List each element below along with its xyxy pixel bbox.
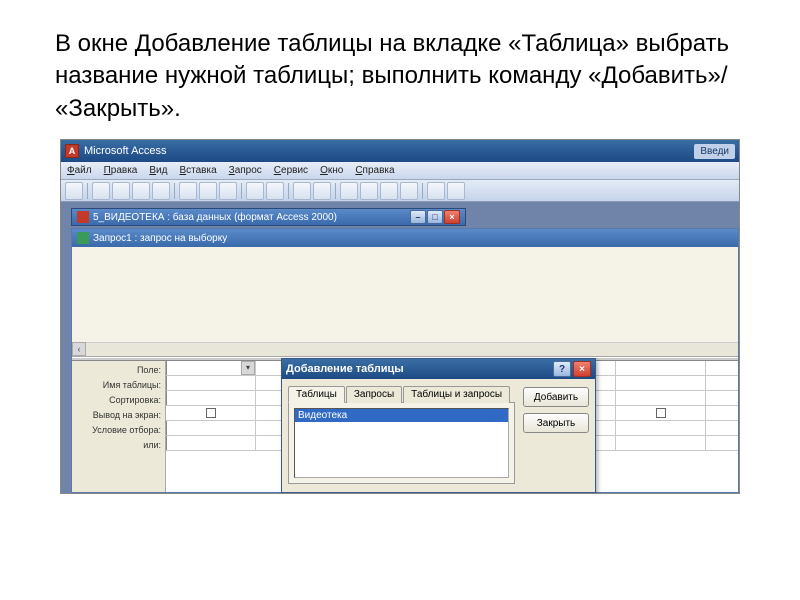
add-table-dialog: Добавление таблицы ? × Таблицы Запросы Т… xyxy=(281,358,596,493)
toolbar-button[interactable] xyxy=(340,182,358,200)
checkbox-icon[interactable] xyxy=(206,408,216,418)
tab-tables[interactable]: Таблицы xyxy=(288,386,345,403)
toolbar-separator xyxy=(87,183,88,199)
toolbar-separator xyxy=(241,183,242,199)
tables-listbox[interactable]: Видеотека xyxy=(294,408,509,478)
toolbar-separator xyxy=(174,183,175,199)
menu-window[interactable]: Окно xyxy=(320,165,343,176)
grid-row-labels: Поле: Имя таблицы: Сортировка: Вывод на … xyxy=(72,361,166,492)
dialog-tabs: Таблицы Запросы Таблицы и запросы xyxy=(288,385,515,402)
toolbar-separator xyxy=(422,183,423,199)
menu-file[interactable]: Файл xyxy=(67,165,92,176)
dialog-tabs-area: Таблицы Запросы Таблицы и запросы Видеот… xyxy=(288,385,515,484)
toolbar-button[interactable] xyxy=(313,182,331,200)
or-cell[interactable] xyxy=(616,436,706,450)
database-window-titlebar[interactable]: 5_ВИДЕОТЕКА : база данных (формат Access… xyxy=(71,208,466,226)
toolbar-button[interactable] xyxy=(132,182,150,200)
db-icon xyxy=(77,211,89,223)
menu-bar: Файл Правка Вид Вставка Запрос Сервис Ок… xyxy=(61,162,739,180)
label-or: или: xyxy=(72,438,161,453)
add-button[interactable]: Добавить xyxy=(523,387,589,407)
dialog-close-button[interactable]: × xyxy=(573,361,591,377)
checkbox-icon[interactable] xyxy=(656,408,666,418)
query-icon xyxy=(77,232,89,244)
dialog-buttons: Добавить Закрыть xyxy=(523,385,589,484)
main-toolbar xyxy=(61,180,739,202)
or-cell[interactable] xyxy=(166,436,256,450)
help-search-box[interactable]: Введи xyxy=(694,144,735,159)
db-window-title: 5_ВИДЕОТЕКА : база данных (формат Access… xyxy=(93,212,337,223)
toolbar-button[interactable] xyxy=(219,182,237,200)
query-window-titlebar[interactable]: Запрос1 : запрос на выборку xyxy=(72,229,738,247)
scroll-left-button[interactable]: ‹ xyxy=(72,342,86,356)
toolbar-button[interactable] xyxy=(293,182,311,200)
sort-cell[interactable] xyxy=(616,391,706,405)
show-checkbox-cell[interactable] xyxy=(166,406,256,420)
slide-instruction-text: В окне Добавление таблицы на вкладке «Та… xyxy=(0,0,800,139)
access-screenshot: A Microsoft Access Введи Файл Правка Вид… xyxy=(60,139,740,494)
maximize-button[interactable]: □ xyxy=(427,210,443,224)
access-app-icon: A xyxy=(65,144,79,158)
query-tables-pane[interactable]: ‹ xyxy=(72,247,738,357)
label-field: Поле: xyxy=(72,363,161,378)
toolbar-button[interactable] xyxy=(447,182,465,200)
menu-tools[interactable]: Сервис xyxy=(274,165,308,176)
toolbar-button[interactable] xyxy=(65,182,83,200)
criteria-cell[interactable] xyxy=(166,421,256,435)
sort-cell[interactable] xyxy=(166,391,256,405)
list-item-selected[interactable]: Видеотека xyxy=(295,409,508,422)
label-sort: Сортировка: xyxy=(72,393,161,408)
menu-query[interactable]: Запрос xyxy=(229,165,262,176)
menu-edit[interactable]: Правка xyxy=(104,165,138,176)
toolbar-separator xyxy=(288,183,289,199)
app-title: Microsoft Access xyxy=(84,145,167,157)
toolbar-separator xyxy=(335,183,336,199)
table-cell[interactable] xyxy=(166,376,256,390)
label-table: Имя таблицы: xyxy=(72,378,161,393)
dialog-body: Таблицы Запросы Таблицы и запросы Видеот… xyxy=(282,379,595,490)
toolbar-button[interactable] xyxy=(380,182,398,200)
toolbar-button[interactable] xyxy=(152,182,170,200)
tab-queries[interactable]: Запросы xyxy=(346,386,402,403)
minimize-button[interactable]: – xyxy=(410,210,426,224)
dialog-help-button[interactable]: ? xyxy=(553,361,571,377)
label-show: Вывод на экран: xyxy=(72,408,161,423)
menu-view[interactable]: Вид xyxy=(149,165,167,176)
toolbar-button[interactable] xyxy=(427,182,445,200)
label-criteria: Условие отбора: xyxy=(72,423,161,438)
toolbar-button[interactable] xyxy=(92,182,110,200)
toolbar-button[interactable] xyxy=(112,182,130,200)
field-cell[interactable] xyxy=(166,361,256,375)
app-titlebar: A Microsoft Access Введи xyxy=(61,140,739,162)
query-window-title: Запрос1 : запрос на выборку xyxy=(93,233,227,244)
toolbar-button[interactable] xyxy=(266,182,284,200)
horizontal-scrollbar[interactable] xyxy=(86,342,738,356)
table-cell[interactable] xyxy=(616,376,706,390)
show-checkbox-cell[interactable] xyxy=(616,406,706,420)
tab-content: Видеотека xyxy=(288,402,515,484)
dialog-title-text: Добавление таблицы xyxy=(286,363,551,375)
toolbar-button[interactable] xyxy=(400,182,418,200)
toolbar-button[interactable] xyxy=(199,182,217,200)
menu-help[interactable]: Справка xyxy=(355,165,394,176)
criteria-cell[interactable] xyxy=(616,421,706,435)
dialog-titlebar[interactable]: Добавление таблицы ? × xyxy=(282,359,595,379)
toolbar-button[interactable] xyxy=(360,182,378,200)
toolbar-button[interactable] xyxy=(246,182,264,200)
close-button[interactable]: × xyxy=(444,210,460,224)
close-dialog-button[interactable]: Закрыть xyxy=(523,413,589,433)
tab-both[interactable]: Таблицы и запросы xyxy=(403,386,510,403)
menu-insert[interactable]: Вставка xyxy=(179,165,216,176)
field-cell[interactable] xyxy=(616,361,706,375)
toolbar-button[interactable] xyxy=(179,182,197,200)
